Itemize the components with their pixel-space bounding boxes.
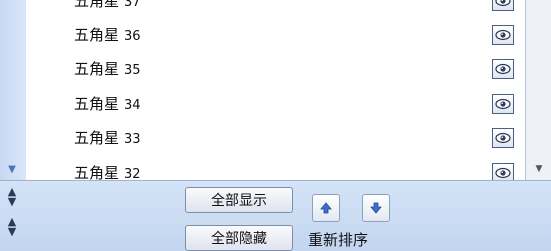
scroll-down-icon[interactable]: ▼ (3, 163, 21, 177)
show-all-button[interactable]: 全部显示 (185, 187, 293, 213)
arrow-up-icon (320, 202, 332, 214)
layer-label: 五角星 34 (74, 95, 141, 113)
list-item[interactable]: 五角星 36 (26, 17, 525, 51)
eye-icon[interactable] (492, 163, 514, 180)
list-item[interactable]: 五角星 33 (26, 120, 525, 154)
move-up-button[interactable] (312, 194, 340, 222)
bottom-toolbar: ▲ ▼ ▲ ▼ 全部显示 全部隐藏 重新排序 (0, 180, 551, 251)
layer-label: 五角星 37 (74, 0, 141, 10)
left-strip: ▼ (0, 0, 27, 180)
arrow-down-icon (370, 202, 382, 214)
eye-icon[interactable] (492, 0, 514, 11)
layer-label: 五角星 35 (74, 60, 141, 78)
layer-label: 五角星 32 (74, 164, 141, 180)
scroll-down-arrow-icon[interactable]: ▼ (534, 164, 544, 174)
hide-all-button[interactable]: 全部隐藏 (185, 225, 293, 251)
eye-icon[interactable] (492, 25, 514, 45)
list-item[interactable]: 五角星 32 (26, 155, 525, 180)
list-item[interactable]: 五角星 37 (26, 0, 525, 17)
updown-nav-icon[interactable]: ▲ ▼ ▲ ▼ (4, 186, 20, 237)
vertical-scrollbar[interactable]: ▼ (525, 0, 551, 180)
eye-icon[interactable] (492, 59, 514, 79)
layer-list: 五角星 37 五角星 36 五角星 35 五角星 34 五角星 33 五角星 32 (26, 0, 525, 180)
list-item[interactable]: 五角星 35 (26, 51, 525, 85)
move-down-button[interactable] (362, 194, 390, 222)
layer-label: 五角星 33 (74, 129, 141, 147)
selection-pane: ▼ 五角星 37 五角星 36 五角星 35 五角星 34 五角星 33 五角星 32 ▼ (0, 0, 551, 251)
eye-icon[interactable] (492, 94, 514, 114)
reorder-label: 重新排序 (308, 231, 369, 249)
layer-label: 五角星 36 (74, 26, 141, 44)
list-item[interactable]: 五角星 34 (26, 86, 525, 120)
eye-icon[interactable] (492, 128, 514, 148)
